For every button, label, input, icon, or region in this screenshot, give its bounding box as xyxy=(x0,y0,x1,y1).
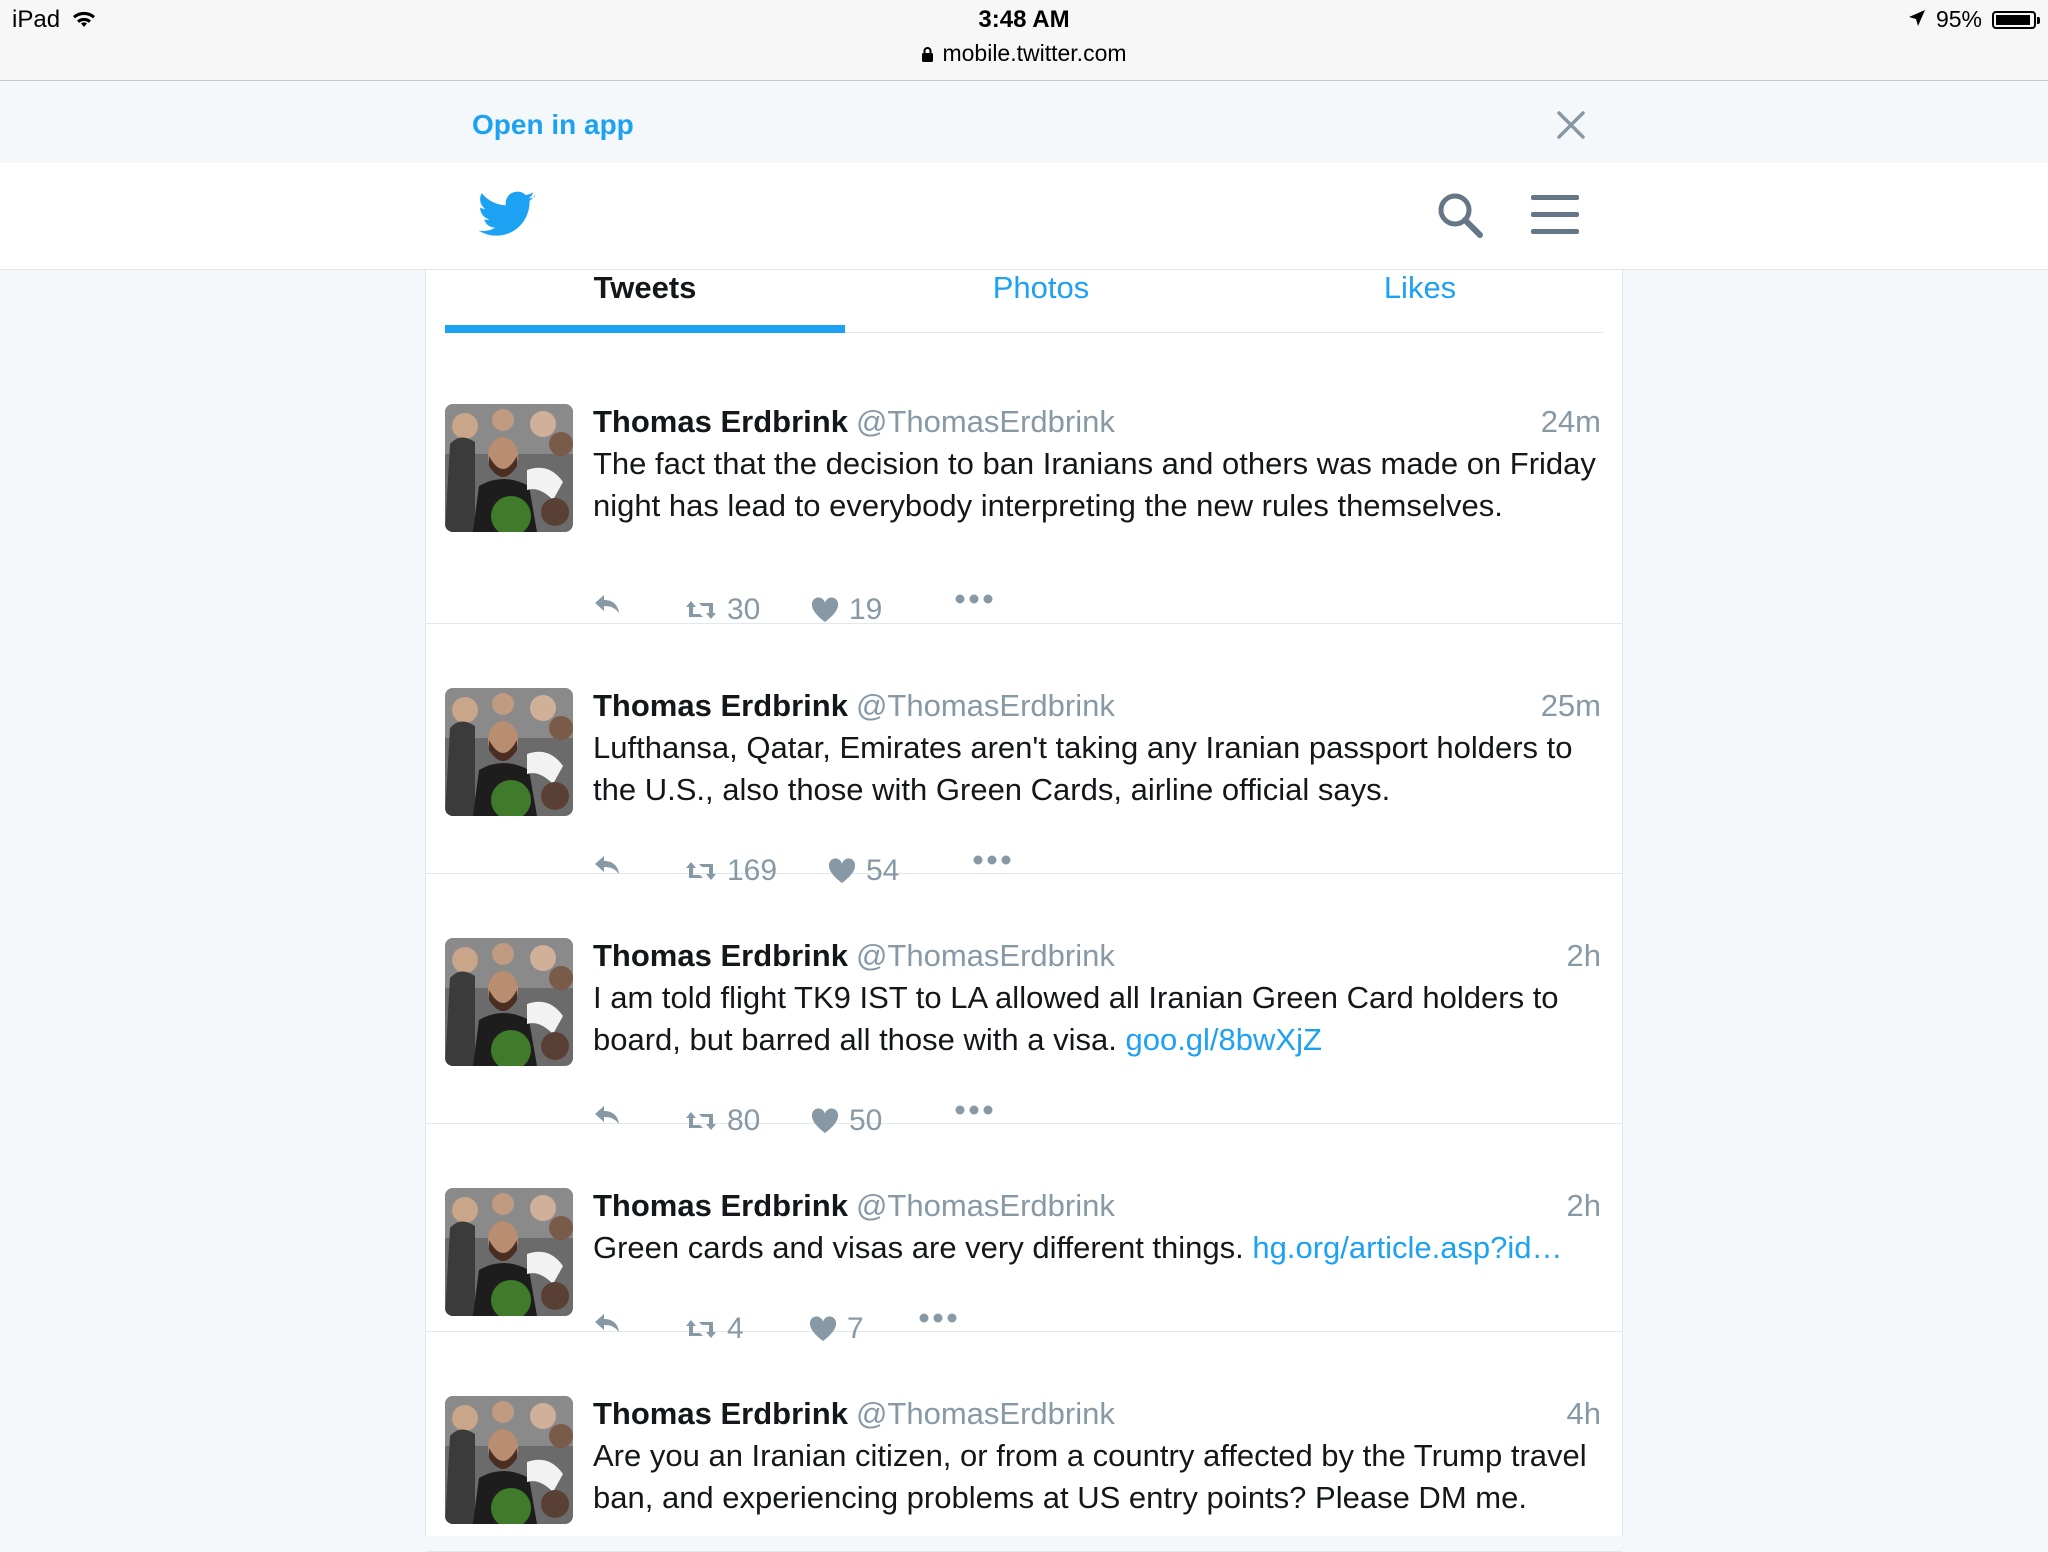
timeline-column: Tweets Photos Likes Thomas Erdbrink @Tho… xyxy=(425,270,1623,1552)
tweet-timestamp[interactable]: 2h xyxy=(1567,938,1601,974)
tab-photos-label: Photos xyxy=(992,270,1090,305)
tweet-timestamp[interactable]: 2h xyxy=(1567,1188,1601,1224)
tweet[interactable]: Thomas Erdbrink @ThomasErdbrink 2h I am t… xyxy=(426,874,1622,1137)
reply-button[interactable] xyxy=(593,1312,621,1334)
heart-icon xyxy=(811,597,839,622)
tweet-body-text: The fact that the decision to ban Irania… xyxy=(593,446,1596,523)
reply-button[interactable] xyxy=(593,854,621,876)
tab-tweets[interactable]: Tweets xyxy=(445,270,845,333)
tweet[interactable]: Thomas Erdbrink @ThomasErdbrink 25m Lufth… xyxy=(426,624,1622,887)
tweet-text: Lufthansa, Qatar, Emirates aren't taking… xyxy=(593,727,1601,811)
status-right: 95% xyxy=(1908,6,2040,33)
tweet-header: Thomas Erdbrink @ThomasErdbrink 2h xyxy=(593,938,1601,978)
close-icon[interactable] xyxy=(1556,110,1586,140)
more-icon xyxy=(973,855,1011,865)
location-arrow-icon xyxy=(1908,6,1926,33)
status-bar: iPad 3:48 AM mobile.twitter.com 95% xyxy=(0,0,2048,81)
tweet-header: Thomas Erdbrink @ThomasErdbrink 25m xyxy=(593,688,1601,728)
tweet-body-text: Green cards and visas are very different… xyxy=(593,1230,1253,1265)
author-handle[interactable]: @ThomasErdbrink xyxy=(856,1396,1115,1431)
author-name[interactable]: Thomas Erdbrink xyxy=(593,688,848,723)
more-button[interactable] xyxy=(955,1104,993,1116)
tweet-timestamp[interactable]: 4h xyxy=(1567,1396,1601,1432)
tweet[interactable]: Thomas Erdbrink @ThomasErdbrink 2h Green … xyxy=(426,1124,1622,1345)
tweet[interactable]: Thomas Erdbrink @ThomasErdbrink 4h Are yo… xyxy=(426,1332,1622,1552)
tab-likes[interactable]: Likes xyxy=(1237,270,1603,332)
tweet-body-text: Are you an Iranian citizen, or from a co… xyxy=(593,1438,1587,1515)
battery-icon xyxy=(1992,10,2040,29)
tab-tweets-label: Tweets xyxy=(593,270,697,305)
reply-button[interactable] xyxy=(593,593,621,615)
reply-icon xyxy=(595,856,619,874)
search-icon[interactable] xyxy=(1436,191,1484,239)
lock-icon xyxy=(921,42,934,69)
avatar[interactable] xyxy=(445,688,573,816)
avatar[interactable] xyxy=(445,1396,573,1524)
more-icon xyxy=(955,594,993,604)
more-icon xyxy=(955,1105,993,1115)
top-nav xyxy=(0,163,2048,270)
twitter-bird-logo[interactable] xyxy=(478,191,536,239)
tweet-timestamp[interactable]: 25m xyxy=(1541,688,1601,724)
tweet-text: Green cards and visas are very different… xyxy=(593,1227,1601,1269)
url-text: mobile.twitter.com xyxy=(942,40,1127,66)
author-handle[interactable]: @ThomasErdbrink xyxy=(856,1188,1115,1223)
author-handle[interactable]: @ThomasErdbrink xyxy=(856,938,1115,973)
menu-icon[interactable] xyxy=(1530,193,1580,237)
author-handle[interactable]: @ThomasErdbrink xyxy=(856,688,1115,723)
tweet-link[interactable]: hg.org/article.asp?id… xyxy=(1252,1230,1562,1265)
reply-icon xyxy=(595,595,619,613)
tweet-body-text: Lufthansa, Qatar, Emirates aren't taking… xyxy=(593,730,1573,807)
author-name[interactable]: Thomas Erdbrink xyxy=(593,404,848,439)
retweet-count: 30 xyxy=(727,593,761,626)
reply-icon xyxy=(595,1106,619,1124)
avatar[interactable] xyxy=(445,404,573,532)
more-icon xyxy=(919,1313,957,1323)
author-name[interactable]: Thomas Erdbrink xyxy=(593,938,848,973)
like-count: 19 xyxy=(849,593,883,626)
battery-percent: 95% xyxy=(1935,6,1982,32)
tab-likes-label: Likes xyxy=(1383,270,1457,305)
open-in-app-banner: Open in app xyxy=(0,81,2048,163)
reply-button[interactable] xyxy=(593,1104,621,1126)
tweet-header: Thomas Erdbrink @ThomasErdbrink 2h xyxy=(593,1188,1601,1228)
reply-icon xyxy=(595,1314,619,1332)
tweet-header: Thomas Erdbrink @ThomasErdbrink 4h xyxy=(593,1396,1601,1436)
author-name[interactable]: Thomas Erdbrink xyxy=(593,1188,848,1223)
open-in-app-link[interactable]: Open in app xyxy=(472,109,634,141)
more-button[interactable] xyxy=(919,1312,957,1324)
tweet-text: I am told flight TK9 IST to LA allowed a… xyxy=(593,977,1601,1061)
author-name[interactable]: Thomas Erdbrink xyxy=(593,1396,848,1431)
avatar[interactable] xyxy=(445,938,573,1066)
tab-photos[interactable]: Photos xyxy=(845,270,1237,332)
author-handle[interactable]: @ThomasErdbrink xyxy=(856,404,1115,439)
like-button[interactable]: 19 xyxy=(811,593,882,627)
retweet-button[interactable]: 30 xyxy=(685,593,760,627)
more-button[interactable] xyxy=(955,593,993,605)
tweet-text: Are you an Iranian citizen, or from a co… xyxy=(593,1435,1601,1519)
tweet-timestamp[interactable]: 24m xyxy=(1541,404,1601,440)
tweet-body-text: I am told flight TK9 IST to LA allowed a… xyxy=(593,980,1559,1057)
tweet-text: The fact that the decision to ban Irania… xyxy=(593,443,1601,527)
tweet-header: Thomas Erdbrink @ThomasErdbrink 24m xyxy=(593,404,1601,444)
tweet-link[interactable]: goo.gl/8bwXjZ xyxy=(1125,1022,1321,1057)
profile-tabs: Tweets Photos Likes xyxy=(445,270,1603,333)
tweet[interactable]: Thomas Erdbrink @ThomasErdbrink 24m The f… xyxy=(426,332,1622,627)
retweet-icon xyxy=(686,601,716,619)
clock: 3:48 AM xyxy=(978,6,1070,33)
address-bar[interactable]: mobile.twitter.com xyxy=(0,40,2048,69)
more-button[interactable] xyxy=(973,854,1011,866)
avatar[interactable] xyxy=(445,1188,573,1316)
